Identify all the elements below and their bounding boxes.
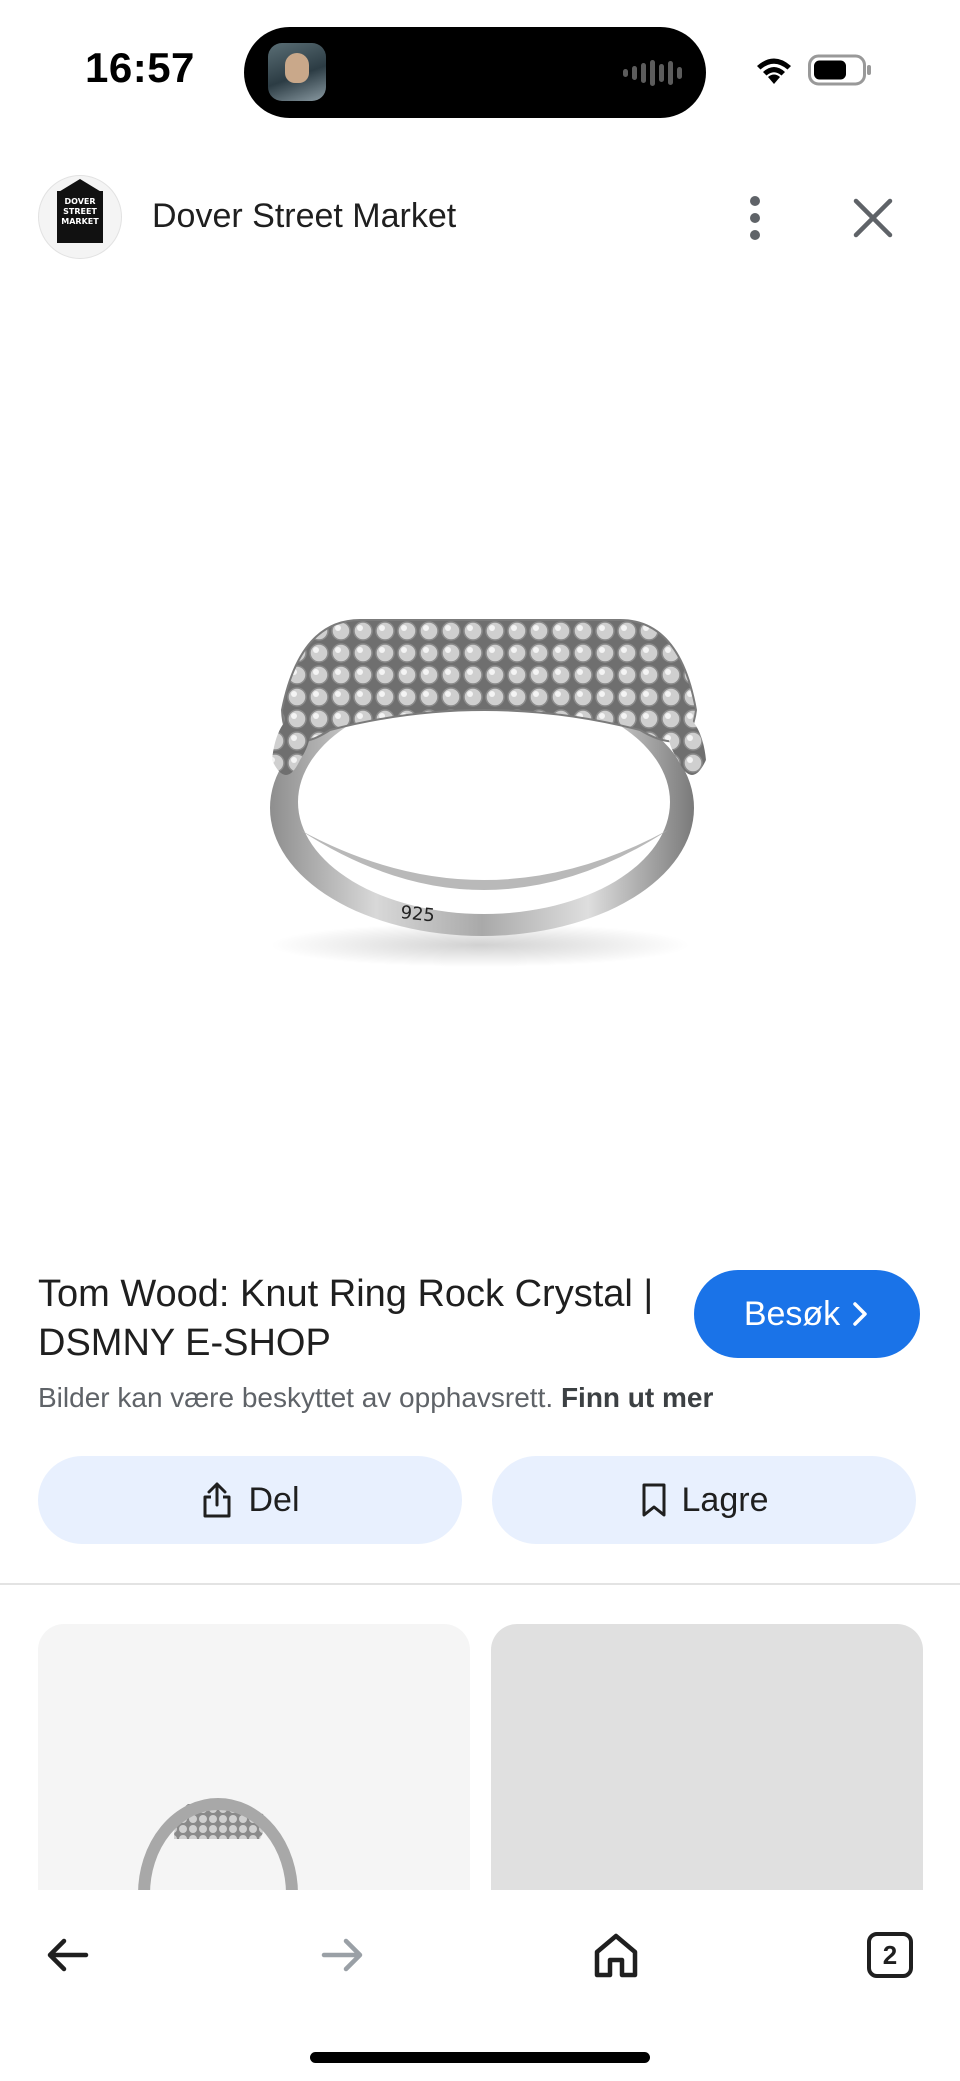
related-result-card[interactable] [38, 1624, 470, 1924]
close-icon[interactable] [848, 193, 898, 243]
result-title[interactable]: Tom Wood: Knut Ring Rock Crystal | DSMNY… [38, 1270, 658, 1368]
status-time: 16:57 [85, 44, 195, 91]
copyright-notice: Bilder kan være beskyttet av opphavsrett… [38, 1382, 713, 1414]
audio-wave-icon [623, 59, 682, 87]
save-label: Lagre [681, 1480, 769, 1519]
arrow-left-icon [47, 1938, 89, 1972]
status-bar: 16:57 [0, 0, 960, 140]
ring-engraving: 925 [399, 902, 435, 926]
visit-button-label: Besøk [743, 1294, 841, 1333]
chevron-right-icon [853, 1302, 867, 1326]
tabs-count: 2 [867, 1932, 913, 1978]
more-vert-icon[interactable] [735, 193, 775, 243]
dynamic-island[interactable] [244, 27, 706, 118]
share-label: Del [248, 1480, 300, 1519]
logo-text: DOVER STREET MARKET [61, 197, 99, 226]
copyright-text: Bilder kan være beskyttet av opphavsrett… [38, 1382, 554, 1413]
save-button[interactable]: Lagre [492, 1456, 916, 1544]
ring-image: 925 [270, 619, 706, 967]
bottom-navigation: 2 [0, 1890, 960, 2081]
visit-button[interactable]: Besøk [694, 1270, 920, 1358]
site-header: DOVER STREET MARKET Dover Street Market [0, 175, 960, 261]
home-icon [594, 1933, 638, 1978]
home-indicator[interactable] [310, 2052, 650, 2063]
forward-button[interactable] [307, 1920, 377, 1990]
share-icon [203, 1482, 231, 1518]
site-name[interactable]: Dover Street Market [152, 197, 456, 236]
related-ring-image [138, 1798, 298, 1924]
tabs-button[interactable]: 2 [855, 1920, 925, 1990]
bookmark-icon [642, 1483, 666, 1517]
arrow-right-icon [321, 1938, 363, 1972]
back-button[interactable] [33, 1920, 103, 1990]
divider [0, 1583, 960, 1585]
share-button[interactable]: Del [38, 1456, 462, 1544]
main-product-image[interactable]: 925 [0, 290, 960, 1220]
site-logo[interactable]: DOVER STREET MARKET [38, 175, 122, 259]
now-playing-thumbnail [268, 43, 326, 101]
battery-icon [808, 54, 871, 86]
related-result-card[interactable] [491, 1624, 923, 1924]
home-button[interactable] [581, 1920, 651, 1990]
dover-street-market-logo-icon: DOVER STREET MARKET [57, 179, 103, 243]
wifi-icon [757, 58, 791, 84]
learn-more-link[interactable]: Finn ut mer [561, 1382, 713, 1413]
